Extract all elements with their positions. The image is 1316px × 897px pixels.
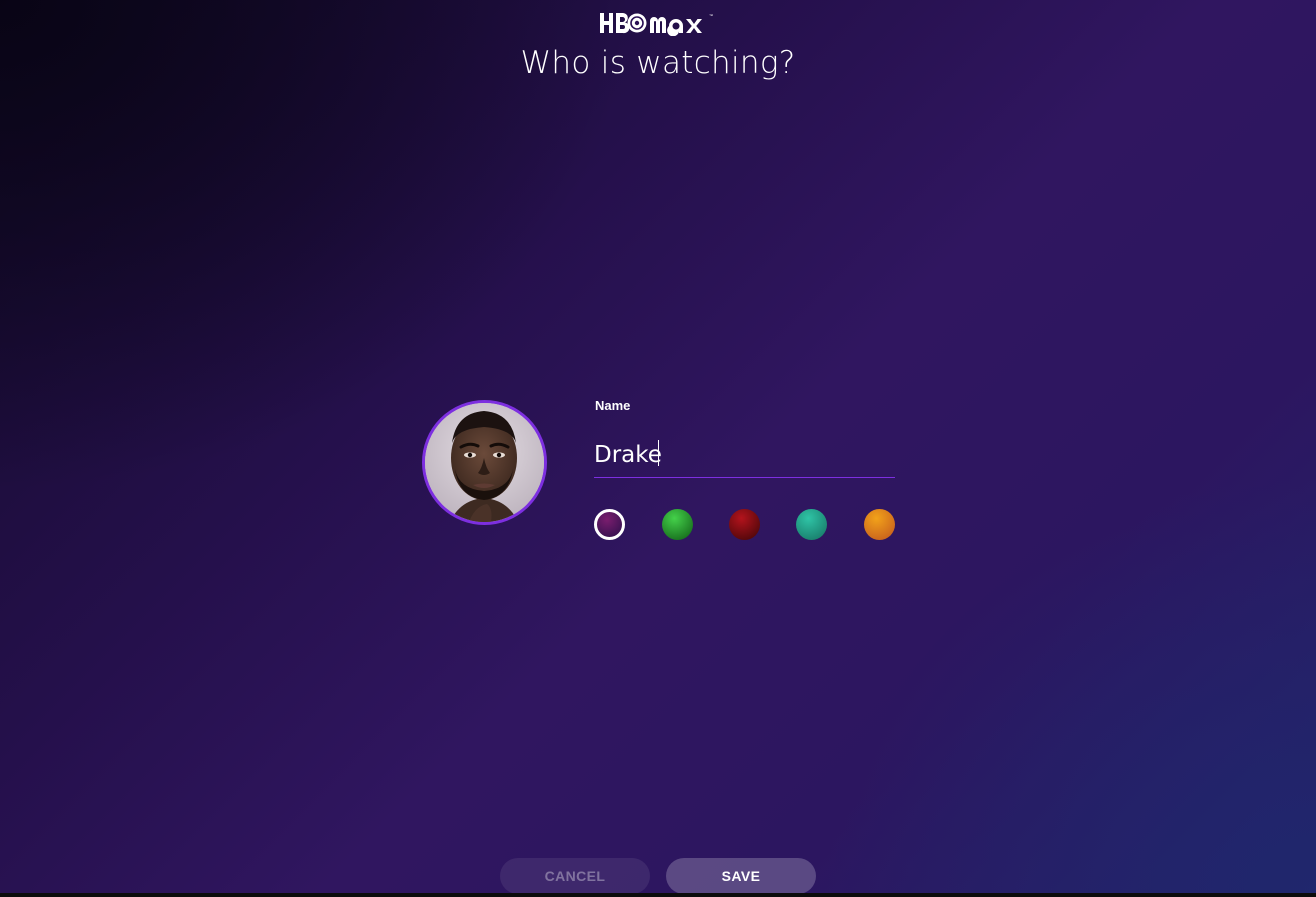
color-swatch-green[interactable] bbox=[662, 509, 693, 540]
svg-text:™: ™ bbox=[709, 13, 713, 18]
color-swatch-magenta[interactable] bbox=[594, 509, 625, 540]
hbomax-logo-mark: ™ bbox=[600, 13, 713, 36]
text-caret bbox=[658, 440, 659, 466]
cancel-button[interactable]: CANCEL bbox=[500, 858, 650, 894]
color-swatch-red[interactable] bbox=[729, 509, 760, 540]
hbomax-logo: ™ bbox=[0, 10, 1316, 36]
bottom-edge-bar bbox=[0, 893, 1316, 897]
profile-avatar[interactable] bbox=[422, 400, 547, 525]
name-label: Name bbox=[595, 398, 631, 413]
name-input[interactable] bbox=[594, 432, 895, 478]
color-swatch-teal[interactable] bbox=[796, 509, 827, 540]
color-picker bbox=[594, 509, 896, 541]
color-swatch-orange[interactable] bbox=[864, 509, 895, 540]
page-title: Who is watching? bbox=[520, 45, 796, 81]
avatar-photo bbox=[425, 403, 544, 522]
save-button[interactable]: SAVE bbox=[666, 858, 816, 894]
